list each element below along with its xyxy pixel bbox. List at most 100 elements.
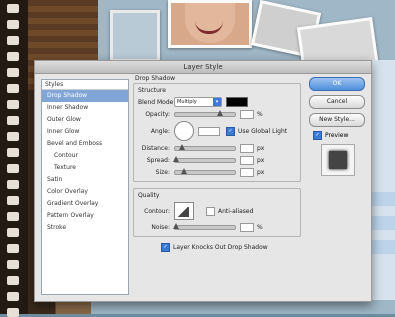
distance-unit: px <box>257 144 265 152</box>
film-hole <box>7 308 19 317</box>
blend-mode-select[interactable]: Multiply ▾ <box>174 97 222 107</box>
opacity-label: Opacity: <box>145 110 170 118</box>
noise-slider[interactable] <box>173 222 236 230</box>
distance-row: Distance: px <box>138 142 296 154</box>
style-list-item[interactable]: Inner Shadow <box>42 102 128 114</box>
anti-aliased-checkbox[interactable] <box>206 206 215 216</box>
portrait-photo <box>168 0 252 48</box>
spread-slider[interactable] <box>173 155 236 163</box>
structure-title: Structure <box>138 87 166 94</box>
film-hole <box>7 52 19 61</box>
filmstrip-graphic <box>0 0 28 317</box>
knockout-row: ✓ Layer Knocks Out Drop Shadow <box>161 241 301 253</box>
angle-label: Angle: <box>150 127 170 135</box>
noise-label: Noise: <box>151 223 170 231</box>
layer-style-dialog: Layer Style Styles Drop Shadow Inner Shad… <box>34 60 372 302</box>
quality-group: Quality Contour: Anti-aliased Noise: % <box>133 188 301 237</box>
style-list-item[interactable]: Color Overlay <box>42 186 128 198</box>
style-list-item[interactable]: Outer Glow <box>42 114 128 126</box>
spread-label: Spread: <box>146 156 170 164</box>
angle-row: Angle: ✓ Use Global Light <box>138 120 296 142</box>
film-hole <box>7 68 19 77</box>
noise-field[interactable] <box>240 222 254 232</box>
panel-row <box>370 240 395 254</box>
quality-title: Quality <box>138 192 160 199</box>
style-list-item[interactable]: Inner Glow <box>42 126 128 138</box>
style-list-item[interactable]: Satin <box>42 174 128 186</box>
size-row: Size: px <box>138 166 296 178</box>
film-hole <box>7 228 19 237</box>
angle-field[interactable] <box>198 126 220 136</box>
blend-mode-label: Blend Mode: <box>138 98 176 106</box>
distance-slider[interactable] <box>174 143 236 151</box>
cancel-button[interactable]: Cancel <box>309 95 365 109</box>
style-list-item[interactable]: Bevel and Emboss <box>42 138 128 150</box>
knocks-out-checkbox[interactable]: ✓ <box>161 242 170 252</box>
noise-unit: % <box>257 223 263 231</box>
global-light-checkbox[interactable]: ✓ <box>226 126 235 136</box>
style-list-item[interactable]: Drop Shadow <box>42 90 128 102</box>
size-unit: px <box>257 168 265 176</box>
film-hole <box>7 180 19 189</box>
film-hole <box>7 244 19 253</box>
photo-thumbnail <box>110 10 160 62</box>
style-list-item[interactable]: Contour <box>42 150 128 162</box>
chevron-down-icon: ▾ <box>213 98 221 106</box>
film-hole <box>7 292 19 301</box>
preview-thumbnail <box>321 144 355 176</box>
preview-checkbox[interactable]: ✓ <box>313 131 322 140</box>
opacity-slider[interactable] <box>174 109 236 117</box>
opacity-unit: % <box>257 110 263 118</box>
shadow-color-swatch[interactable] <box>226 97 248 107</box>
style-list-item[interactable]: Texture <box>42 162 128 174</box>
panel-row <box>370 192 395 206</box>
panel-row <box>370 216 395 230</box>
film-hole <box>7 148 19 157</box>
film-hole <box>7 196 19 205</box>
slider-thumb[interactable] <box>181 167 187 174</box>
new-style-button[interactable]: New Style... <box>309 113 365 127</box>
dialog-buttons: OK Cancel New Style... ✓ Preview <box>309 77 365 176</box>
slider-thumb[interactable] <box>179 143 185 150</box>
noise-row: Noise: % <box>138 221 296 233</box>
size-label: Size: <box>155 168 170 176</box>
film-hole <box>7 84 19 93</box>
preview-row: ✓ Preview <box>313 131 365 140</box>
drop-shadow-panel: Drop Shadow Structure Blend Mode: Multip… <box>133 75 301 295</box>
dialog-title: Layer Style <box>35 61 371 74</box>
contour-row: Contour: Anti-aliased <box>138 201 296 221</box>
slider-thumb[interactable] <box>217 109 223 116</box>
film-hole <box>7 164 19 173</box>
film-hole <box>7 100 19 109</box>
styles-list: Styles Drop Shadow Inner Shadow Outer Glow… <box>41 79 129 295</box>
slider-thumb[interactable] <box>173 155 179 162</box>
style-list-item[interactable]: Pattern Overlay <box>42 210 128 222</box>
opacity-field[interactable] <box>240 109 254 119</box>
film-hole <box>7 132 19 141</box>
film-hole <box>7 36 19 45</box>
film-hole <box>7 20 19 29</box>
spread-field[interactable] <box>240 155 254 165</box>
style-list-item[interactable]: Stroke <box>42 222 128 234</box>
global-light-label: Use Global Light <box>238 127 288 135</box>
ok-button[interactable]: OK <box>309 77 365 91</box>
angle-dial[interactable] <box>174 121 194 141</box>
structure-group: Structure Blend Mode: Multiply ▾ Opacity:… <box>133 83 301 182</box>
styles-header[interactable]: Styles <box>42 80 128 90</box>
contour-label: Contour: <box>144 207 170 215</box>
film-hole <box>7 4 19 13</box>
spread-row: Spread: px <box>138 154 296 166</box>
film-hole <box>7 116 19 125</box>
contour-picker[interactable] <box>174 202 194 220</box>
preview-label: Preview <box>325 132 349 139</box>
distance-field[interactable] <box>240 143 254 153</box>
background-panel <box>370 60 395 300</box>
size-field[interactable] <box>240 167 254 177</box>
size-slider[interactable] <box>174 167 236 175</box>
panel-title: Drop Shadow <box>135 75 176 82</box>
anti-aliased-label: Anti-aliased <box>218 207 254 215</box>
slider-thumb[interactable] <box>173 222 179 229</box>
film-hole <box>7 212 19 221</box>
style-list-item[interactable]: Gradient Overlay <box>42 198 128 210</box>
blend-mode-row: Blend Mode: Multiply ▾ <box>138 96 296 108</box>
